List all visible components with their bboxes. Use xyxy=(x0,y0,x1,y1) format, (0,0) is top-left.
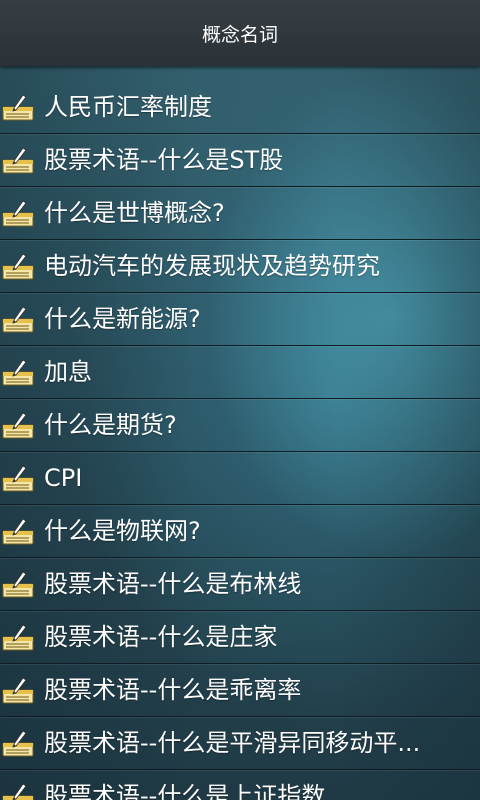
list-item-label: 股票术语--什么是ST股 xyxy=(44,146,284,174)
list-item-label: 人民币汇率制度 xyxy=(44,93,212,121)
concept-list: 人民币汇率制度股票术语--什么是ST股 什么是世博概念? 电动汽车的发展现状及趋势研… xyxy=(0,81,480,800)
list-item[interactable]: 股票术语--什么是布林线 xyxy=(0,558,480,611)
note-pencil-icon xyxy=(1,146,37,176)
note-pencil-icon xyxy=(1,782,37,800)
note-pencil-icon xyxy=(1,93,37,123)
list-item[interactable]: 电动汽车的发展现状及趋势研究 xyxy=(0,240,480,293)
note-pencil-icon xyxy=(1,411,37,441)
list-item-label: 股票术语--什么是上证指数 xyxy=(44,782,326,800)
note-pencil-icon xyxy=(1,305,37,335)
list-item-label: 什么是期货? xyxy=(44,411,177,439)
list-item-label: 什么是世博概念? xyxy=(44,199,225,227)
list-item-label: CPI xyxy=(44,464,83,492)
list-item[interactable]: 股票术语--什么是上证指数 xyxy=(0,770,480,800)
title-bar: 概念名词 xyxy=(0,0,480,66)
note-pencil-icon xyxy=(1,358,37,388)
note-pencil-icon xyxy=(1,623,37,653)
note-pencil-icon xyxy=(1,252,37,282)
list-item-label: 股票术语--什么是乖离率 xyxy=(44,676,302,704)
list-item-label: 股票术语--什么是庄家 xyxy=(44,623,278,651)
list-item-label: 什么是新能源? xyxy=(44,305,201,333)
note-pencil-icon xyxy=(1,464,37,494)
list-item[interactable]: 什么是物联网? xyxy=(0,505,480,558)
list-item-label: 加息 xyxy=(44,358,92,386)
list-item-label: 股票术语--什么是布林线 xyxy=(44,570,302,598)
note-pencil-icon xyxy=(1,517,37,547)
note-pencil-icon xyxy=(1,676,37,706)
list-item-label: 股票术语--什么是平滑异同移动平... xyxy=(44,729,421,757)
list-item[interactable]: 股票术语--什么是庄家 xyxy=(0,611,480,664)
list-item[interactable]: 加息 xyxy=(0,346,480,399)
list-item[interactable]: 什么是期货? xyxy=(0,399,480,452)
list-item[interactable]: 什么是世博概念? xyxy=(0,187,480,240)
list-item-label: 电动汽车的发展现状及趋势研究 xyxy=(44,252,380,280)
note-pencil-icon xyxy=(1,729,37,759)
list-item[interactable]: CPI xyxy=(0,452,480,505)
note-pencil-icon xyxy=(1,570,37,600)
list-item[interactable]: 人民币汇率制度 xyxy=(0,81,480,134)
list-item[interactable]: 股票术语--什么是平滑异同移动平... xyxy=(0,717,480,770)
page-title: 概念名词 xyxy=(201,23,278,46)
list-item-label: 什么是物联网? xyxy=(44,517,201,545)
list-item[interactable]: 股票术语--什么是ST股 xyxy=(0,134,480,187)
list-item[interactable]: 什么是新能源? xyxy=(0,293,480,346)
note-pencil-icon xyxy=(1,199,37,229)
list-item[interactable]: 股票术语--什么是乖离率 xyxy=(0,664,480,717)
concept-list-area[interactable]: 人民币汇率制度股票术语--什么是ST股 什么是世博概念? 电动汽车的发展现状及趋势研… xyxy=(0,66,480,800)
